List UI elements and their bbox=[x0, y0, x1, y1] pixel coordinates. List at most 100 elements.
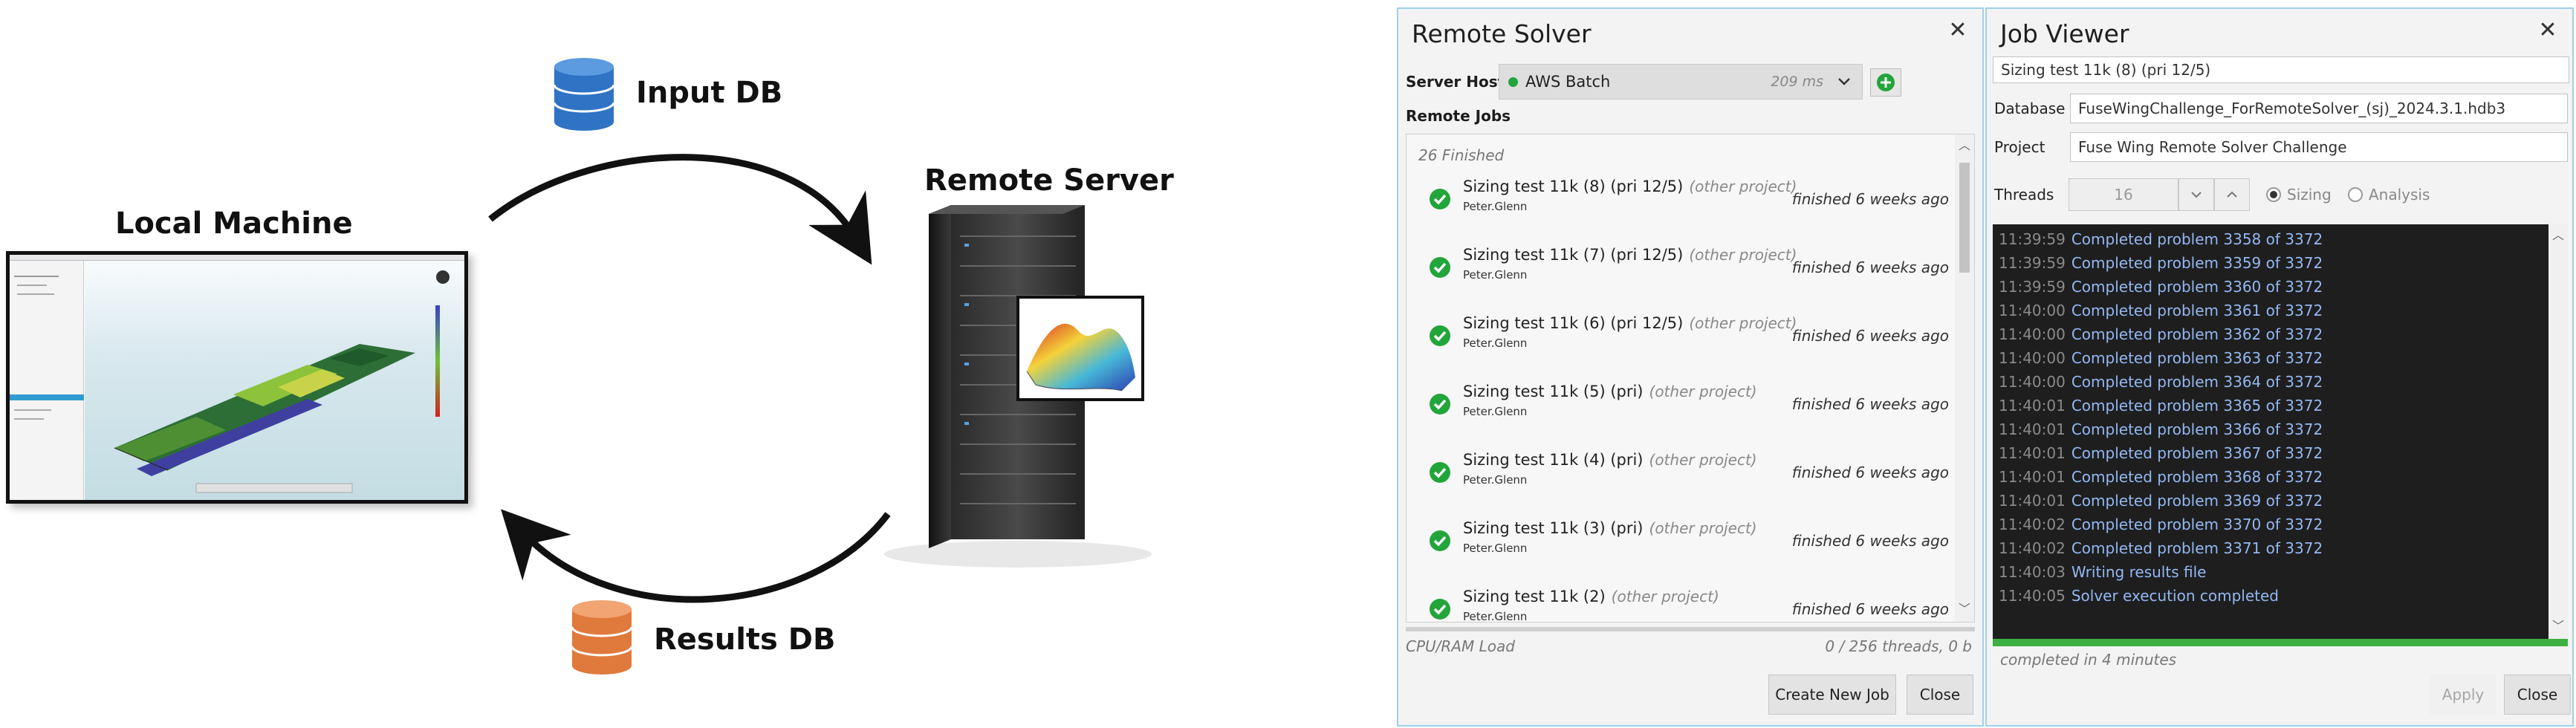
server-online-indicator bbox=[1508, 77, 1518, 87]
log-message: Completed problem 3365 of 3372 bbox=[2071, 397, 2323, 415]
remote-jobs-list[interactable]: 26 Finished Sizing test 11k (8) (pri 12/… bbox=[1406, 134, 1975, 623]
app-toolbar bbox=[10, 255, 464, 261]
threads-label: Threads bbox=[1994, 186, 2054, 204]
job-project-tag: (other project) bbox=[1611, 588, 1719, 605]
server-host-value: AWS Batch bbox=[1525, 73, 1611, 91]
add-server-button[interactable] bbox=[1870, 68, 1901, 97]
download-arrow bbox=[501, 509, 891, 603]
log-line: 11:40:01 Completed problem 3369 of 3372 bbox=[1999, 492, 2323, 510]
plus-circle-icon bbox=[1877, 74, 1895, 91]
job-name-text: Sizing test 11k (8) (pri 12/5) bbox=[1463, 178, 1684, 195]
job-list-item[interactable]: Sizing test 11k (4) (pri) (other project)… bbox=[1407, 438, 1949, 506]
input-database-icon bbox=[553, 58, 615, 131]
log-message: Completed problem 3361 of 3372 bbox=[2071, 302, 2323, 319]
completed-label: completed in 4 minutes bbox=[2000, 651, 2177, 669]
jobs-scrollbar[interactable]: ︿ ﹀ bbox=[1955, 134, 1974, 622]
input-db-label: Input DB bbox=[636, 76, 783, 110]
app-sidebar bbox=[10, 261, 84, 500]
log-message: Solver execution completed bbox=[2071, 587, 2279, 605]
job-user: Peter.Glenn bbox=[1463, 337, 1528, 350]
create-new-job-button[interactable]: Create New Job bbox=[1768, 675, 1896, 715]
remote-jobs-label: Remote Jobs bbox=[1406, 107, 1511, 125]
threads-increment-button[interactable] bbox=[2214, 178, 2250, 211]
check-circle-icon bbox=[1430, 189, 1450, 209]
scroll-up-icon[interactable]: ︿ bbox=[2551, 229, 2566, 244]
database-field[interactable]: FuseWingChallenge_ForRemoteSolver_(sj)_2… bbox=[2070, 94, 2568, 123]
close-button[interactable]: Close bbox=[1907, 675, 1973, 715]
log-message: Completed problem 3358 of 3372 bbox=[2071, 230, 2323, 248]
mode-analysis-radio[interactable]: Analysis bbox=[2348, 186, 2430, 204]
log-line: 11:40:02 Completed problem 3370 of 3372 bbox=[1999, 516, 2323, 533]
scroll-down-icon[interactable]: ﹀ bbox=[2551, 620, 2566, 634]
job-list-item[interactable]: Sizing test 11k (6) (pri 12/5) (other pro… bbox=[1407, 301, 1949, 369]
log-message: Completed problem 3360 of 3372 bbox=[2071, 278, 2323, 296]
close-button[interactable]: Close bbox=[2504, 675, 2571, 715]
check-circle-icon bbox=[1430, 530, 1450, 551]
job-name: Sizing test 11k (6) (pri 12/5) (other pro… bbox=[1463, 314, 1797, 332]
project-field[interactable]: Fuse Wing Remote Solver Challenge bbox=[2070, 132, 2568, 162]
job-name-text: Sizing test 11k (2) bbox=[1463, 588, 1606, 605]
remote-solver-panel: Remote Solver ✕ Server Host AWS Batch 20… bbox=[1397, 7, 1984, 727]
log-timestamp: 11:39:59 bbox=[1999, 254, 2066, 272]
log-line: 11:39:59 Completed problem 3360 of 3372 bbox=[1999, 278, 2323, 296]
radio-unselected-icon bbox=[2348, 187, 2363, 202]
log-timestamp: 11:40:01 bbox=[1999, 444, 2066, 462]
cpu-ram-load-bar bbox=[1406, 627, 1975, 631]
log-message: Completed problem 3369 of 3372 bbox=[2071, 492, 2323, 510]
solver-log-console[interactable]: 11:39:59 Completed problem 3358 of 3372 11… bbox=[1993, 224, 2568, 639]
log-scrollbar[interactable]: ︿ ﹀ bbox=[2549, 224, 2568, 639]
remote-solver-title: Remote Solver bbox=[1412, 19, 1592, 48]
log-timestamp: 11:40:05 bbox=[1999, 587, 2066, 605]
job-list-item[interactable]: Sizing test 11k (7) (pri 12/5) (other pro… bbox=[1407, 233, 1949, 301]
threads-input[interactable]: 16 bbox=[2069, 178, 2178, 211]
job-user: Peter.Glenn bbox=[1463, 610, 1528, 623]
log-timestamp: 11:40:01 bbox=[1999, 492, 2066, 510]
chevron-down-icon bbox=[1838, 78, 1850, 85]
job-status: finished 6 weeks ago bbox=[1791, 327, 1949, 345]
jobs-summary: 26 Finished bbox=[1418, 146, 1505, 164]
job-list-item[interactable]: Sizing test 11k (5) (pri) (other project)… bbox=[1407, 369, 1949, 438]
threads-decrement-button[interactable] bbox=[2178, 178, 2214, 211]
job-project-tag: (other project) bbox=[1649, 451, 1757, 469]
log-message: Completed problem 3371 of 3372 bbox=[2071, 539, 2323, 557]
chevron-down-icon bbox=[2191, 192, 2202, 198]
apply-button[interactable]: Apply bbox=[2430, 675, 2496, 715]
job-user: Peter.Glenn bbox=[1463, 405, 1528, 418]
job-status: finished 6 weeks ago bbox=[1791, 600, 1949, 618]
local-machine-label: Local Machine bbox=[115, 207, 353, 241]
job-viewer-title: Job Viewer bbox=[2000, 19, 2129, 48]
results-database-icon bbox=[571, 600, 633, 675]
job-name: Sizing test 11k (8) (pri 12/5) (other pro… bbox=[1463, 178, 1797, 195]
check-circle-icon bbox=[1430, 462, 1450, 483]
job-name: Sizing test 11k (5) (pri) (other project) bbox=[1463, 383, 1757, 400]
check-circle-icon bbox=[1430, 325, 1450, 346]
log-timestamp: 11:40:00 bbox=[1999, 373, 2066, 391]
scroll-thumb[interactable] bbox=[1959, 163, 1970, 273]
log-timestamp: 11:40:02 bbox=[1999, 539, 2066, 557]
mode-sizing-radio[interactable]: Sizing bbox=[2266, 186, 2332, 204]
scroll-up-icon[interactable]: ︿ bbox=[1957, 139, 1972, 154]
server-host-select[interactable]: AWS Batch 209 ms bbox=[1499, 64, 1863, 100]
close-icon[interactable]: ✕ bbox=[1947, 19, 1969, 42]
app-3d-viewport bbox=[85, 261, 464, 500]
log-timestamp: 11:40:01 bbox=[1999, 397, 2066, 415]
job-name-text: Sizing test 11k (4) (pri) bbox=[1463, 451, 1644, 469]
log-line: 11:40:01 Completed problem 3365 of 3372 bbox=[1999, 397, 2323, 415]
log-message: Writing results file bbox=[2071, 563, 2207, 581]
log-timestamp: 11:40:01 bbox=[1999, 420, 2066, 438]
job-list-item[interactable]: Sizing test 11k (2) (other project) Peter… bbox=[1407, 574, 1949, 623]
job-list-item[interactable]: Sizing test 11k (3) (pri) (other project)… bbox=[1407, 506, 1949, 574]
log-line: 11:40:00 Completed problem 3361 of 3372 bbox=[1999, 302, 2323, 319]
job-name: Sizing test 11k (3) (pri) (other project) bbox=[1463, 519, 1757, 537]
job-status: finished 6 weeks ago bbox=[1791, 464, 1949, 481]
remote-server-label: Remote Server bbox=[924, 163, 1174, 198]
job-title-field[interactable]: Sizing test 11k (8) (pri 12/5) bbox=[1993, 56, 2569, 83]
workflow-diagram: Input DB Results DB Local Machine Remote… bbox=[0, 0, 1389, 728]
log-line: 11:40:03 Writing results file bbox=[1999, 563, 2206, 581]
project-label: Project bbox=[1994, 138, 2045, 156]
close-icon[interactable]: ✕ bbox=[2537, 19, 2559, 42]
job-viewer-panel: Job Viewer ✕ Sizing test 11k (8) (pri 12… bbox=[1985, 7, 2574, 727]
scroll-down-icon[interactable]: ﹀ bbox=[1957, 602, 1972, 617]
job-user: Peter.Glenn bbox=[1463, 542, 1528, 555]
job-list-item[interactable]: Sizing test 11k (8) (pri 12/5) (other pro… bbox=[1407, 164, 1949, 233]
